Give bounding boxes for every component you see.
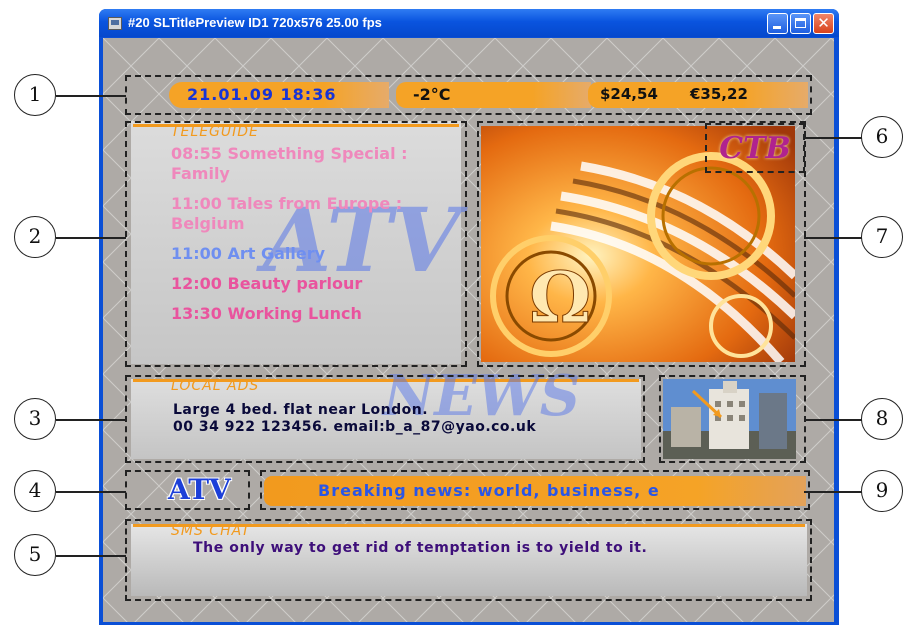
app-icon[interactable] (108, 17, 122, 30)
callout-1: 1 (14, 74, 56, 116)
callout-2: 2 (14, 216, 56, 258)
leader-5 (56, 555, 126, 557)
zone-video[interactable] (477, 121, 806, 367)
window-title: #20 SLTitlePreview ID1 720x576 25.00 fps (128, 15, 382, 30)
callout-3: 3 (14, 398, 56, 440)
leader-7 (804, 237, 862, 239)
zone-channel-logo[interactable] (125, 470, 250, 510)
leader-2 (56, 237, 126, 239)
leader-9 (804, 491, 862, 493)
callout-7: 7 (861, 216, 903, 258)
zone-local-ads[interactable] (125, 375, 645, 463)
title-preview-canvas: 21.01.09 18:36 -2°C $24,54 €35,22 ATV TE… (103, 38, 834, 622)
preview-window: #20 SLTitlePreview ID1 720x576 25.00 fps… (99, 9, 839, 625)
zone-sms-chat[interactable] (125, 519, 812, 601)
callout-5: 5 (14, 534, 56, 576)
zone-teleguide[interactable] (125, 121, 467, 367)
leader-8 (804, 419, 862, 421)
callout-9: 9 (861, 470, 903, 512)
callout-8: 8 (861, 398, 903, 440)
title-bar[interactable]: #20 SLTitlePreview ID1 720x576 25.00 fps… (99, 9, 839, 37)
maximize-button[interactable] (790, 13, 811, 34)
zone-photo[interactable] (659, 375, 806, 463)
minimize-icon (773, 26, 781, 29)
leader-4 (56, 491, 126, 493)
leader-1 (56, 95, 126, 97)
callout-4: 4 (14, 470, 56, 512)
minimize-button[interactable] (767, 13, 788, 34)
leader-6 (804, 137, 862, 139)
close-icon: ✕ (817, 14, 830, 32)
leader-3 (56, 419, 126, 421)
zone-news-ticker[interactable] (260, 470, 810, 510)
maximize-icon (795, 18, 806, 28)
close-button[interactable]: ✕ (813, 13, 834, 34)
zone-info-bar[interactable] (125, 75, 812, 115)
callout-6: 6 (861, 116, 903, 158)
